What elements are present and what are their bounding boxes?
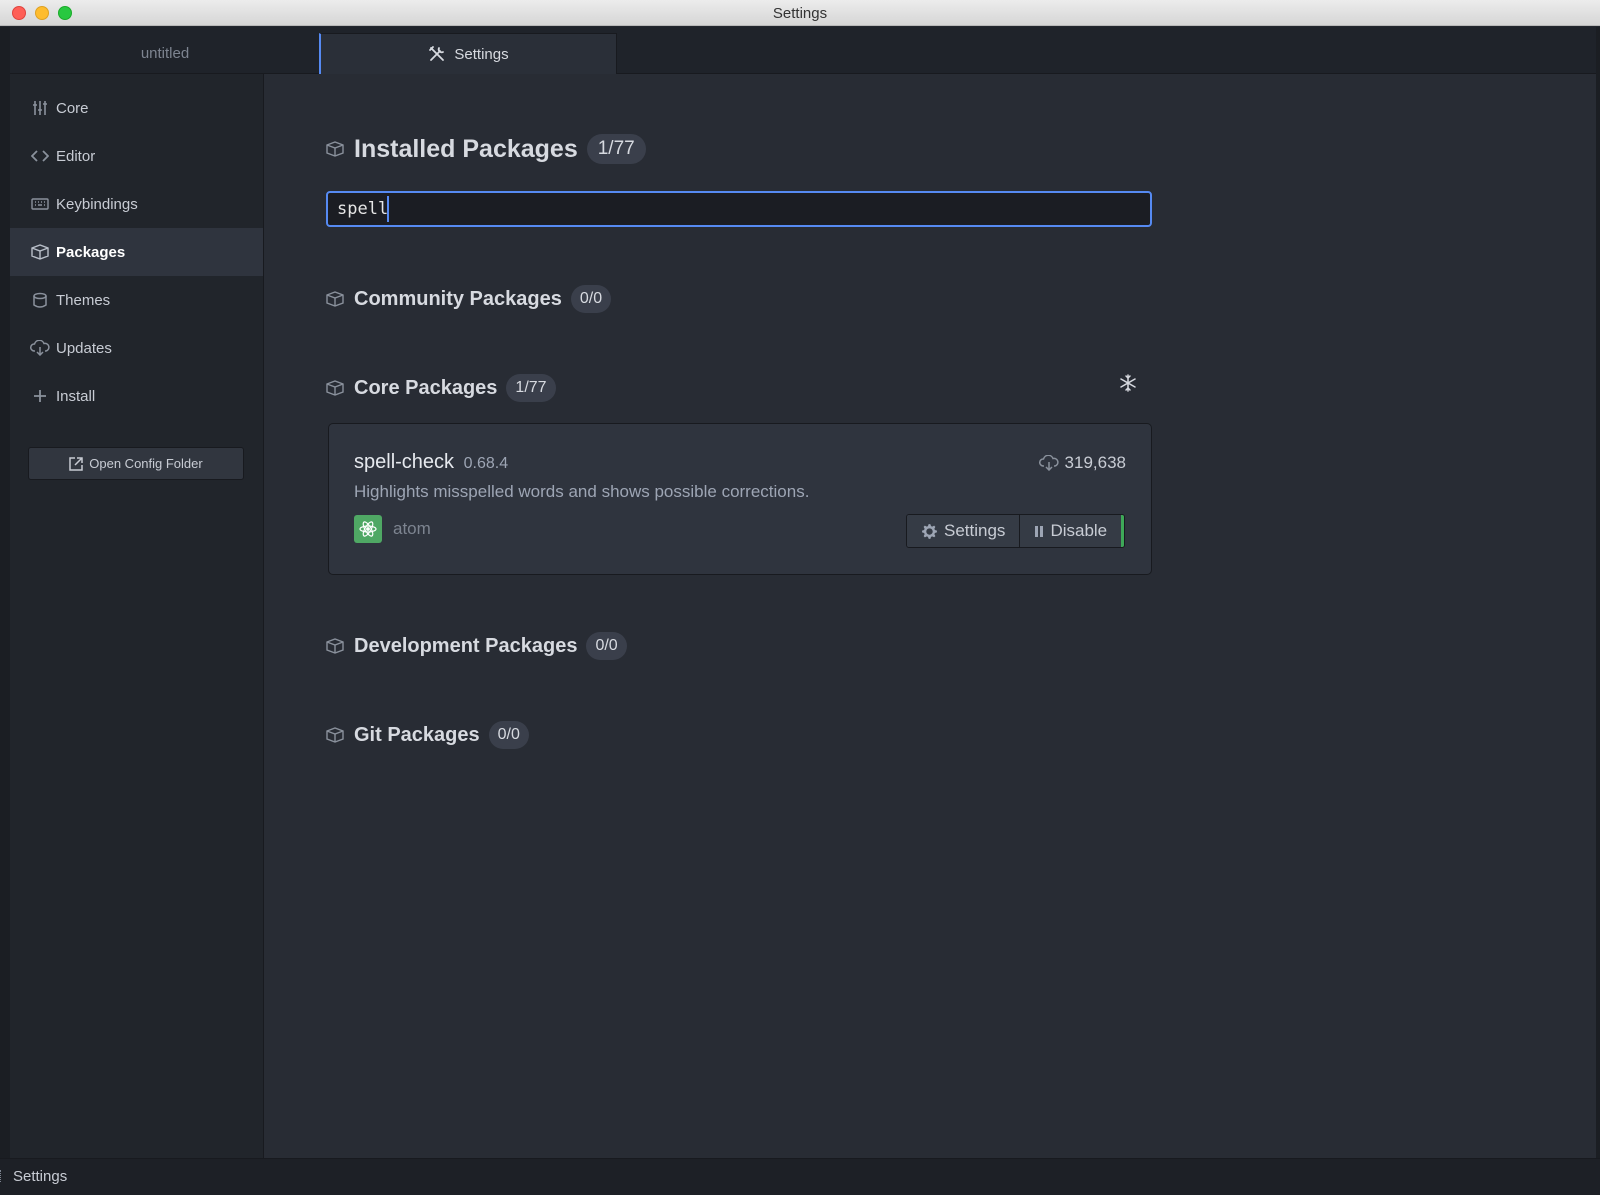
paintcan-icon bbox=[30, 291, 50, 309]
sidebar-item-label: Editor bbox=[56, 147, 96, 165]
status-text[interactable]: Settings bbox=[13, 1168, 67, 1185]
git-packages-heading: Git Packages 0/0 bbox=[326, 721, 529, 749]
sidebar-item-core[interactable]: Core bbox=[10, 84, 263, 132]
link-external-icon bbox=[69, 456, 84, 471]
snowflake-icon[interactable] bbox=[1119, 374, 1137, 392]
section-title: Core Packages bbox=[354, 376, 498, 399]
tab-bar: untitled Settings bbox=[10, 27, 1596, 74]
sidebar-item-packages[interactable]: Packages bbox=[10, 228, 263, 276]
sidebar-item-label: Updates bbox=[56, 339, 112, 357]
package-actions: Settings Disable bbox=[906, 514, 1126, 548]
section-title: Installed Packages bbox=[354, 134, 578, 163]
core-packages-heading: Core Packages 1/77 bbox=[326, 374, 556, 402]
open-config-folder-label: Open Config Folder bbox=[89, 456, 203, 471]
sidebar-item-label: Packages bbox=[56, 243, 126, 261]
tools-icon bbox=[428, 45, 446, 63]
development-packages-heading: Development Packages 0/0 bbox=[326, 632, 627, 660]
sidebar-item-install[interactable]: Install bbox=[10, 372, 263, 420]
search-box[interactable] bbox=[326, 191, 1152, 227]
package-icon bbox=[326, 290, 346, 308]
left-gutter bbox=[0, 27, 10, 1167]
plus-icon bbox=[30, 387, 50, 405]
title-bar: Settings bbox=[0, 0, 1600, 26]
gear-icon bbox=[921, 523, 938, 540]
package-icon bbox=[326, 140, 346, 158]
window-title: Settings bbox=[772, 5, 828, 22]
download-count-value: 319,638 bbox=[1064, 453, 1126, 472]
cloud-download-icon bbox=[30, 339, 50, 357]
settings-button-label: Settings bbox=[944, 521, 1006, 540]
installed-packages-heading: Installed Packages 1/77 bbox=[326, 134, 646, 164]
package-disable-button[interactable]: Disable bbox=[1020, 515, 1125, 547]
status-bar: Settings bbox=[0, 1158, 1600, 1195]
sidebar-item-themes[interactable]: Themes bbox=[10, 276, 263, 324]
disable-button-label: Disable bbox=[1050, 521, 1108, 540]
settings-sidebar: Core Editor Keybindings Packages Themes … bbox=[10, 74, 264, 1158]
filter-packages-input[interactable] bbox=[337, 199, 1117, 219]
sidebar-item-keybindings[interactable]: Keybindings bbox=[10, 180, 263, 228]
community-packages-heading: Community Packages 0/0 bbox=[326, 285, 612, 313]
package-name-line: spell-check 0.68.4 bbox=[354, 451, 508, 474]
text-cursor bbox=[387, 196, 389, 222]
sidebar-item-label: Keybindings bbox=[56, 195, 138, 213]
package-card[interactable]: spell-check 0.68.4 319,638 Highlights mi… bbox=[328, 423, 1152, 575]
package-icon bbox=[326, 379, 346, 397]
tab-settings[interactable]: Settings bbox=[319, 33, 617, 74]
section-title: Git Packages bbox=[354, 723, 480, 746]
packages-panel: Installed Packages 1/77 Community Packag… bbox=[264, 74, 1596, 1158]
tab-label: Settings bbox=[454, 45, 509, 63]
package-icon bbox=[326, 726, 346, 744]
download-count: 319,638 bbox=[1038, 453, 1126, 473]
package-name[interactable]: spell-check bbox=[354, 451, 454, 473]
settings-window: Settings untitled Settings Core Editor K… bbox=[0, 0, 1600, 1195]
sidebar-item-label: Install bbox=[56, 387, 96, 405]
cloud-download-icon bbox=[1038, 455, 1059, 471]
status-grip[interactable] bbox=[0, 1170, 3, 1182]
right-gutter bbox=[1596, 27, 1600, 1167]
open-config-folder-button[interactable]: Open Config Folder bbox=[28, 447, 244, 480]
tab-untitled[interactable]: untitled bbox=[16, 33, 314, 74]
sidebar-item-label: Themes bbox=[56, 291, 111, 309]
code-icon bbox=[30, 147, 50, 165]
section-title: Development Packages bbox=[354, 634, 578, 657]
author-avatar[interactable] bbox=[354, 515, 382, 543]
count-badge: 1/77 bbox=[506, 374, 556, 402]
tab-label: untitled bbox=[140, 45, 190, 62]
sidebar-item-label: Core bbox=[56, 99, 89, 117]
package-settings-button[interactable]: Settings bbox=[907, 515, 1021, 547]
package-version: 0.68.4 bbox=[463, 455, 509, 472]
sidebar-item-editor[interactable]: Editor bbox=[10, 132, 263, 180]
count-badge: 1/77 bbox=[586, 134, 646, 164]
package-icon bbox=[30, 243, 50, 261]
section-title: Community Packages bbox=[354, 287, 562, 310]
count-badge: 0/0 bbox=[586, 632, 627, 660]
sliders-icon bbox=[30, 99, 50, 117]
count-badge: 0/0 bbox=[570, 285, 612, 313]
package-icon bbox=[326, 637, 346, 655]
keyboard-icon bbox=[30, 195, 50, 213]
count-badge: 0/0 bbox=[488, 721, 529, 749]
pause-icon bbox=[1034, 525, 1044, 538]
package-description: Highlights misspelled words and shows po… bbox=[354, 482, 810, 501]
author-name[interactable]: atom bbox=[393, 519, 431, 539]
sidebar-item-updates[interactable]: Updates bbox=[10, 324, 263, 372]
